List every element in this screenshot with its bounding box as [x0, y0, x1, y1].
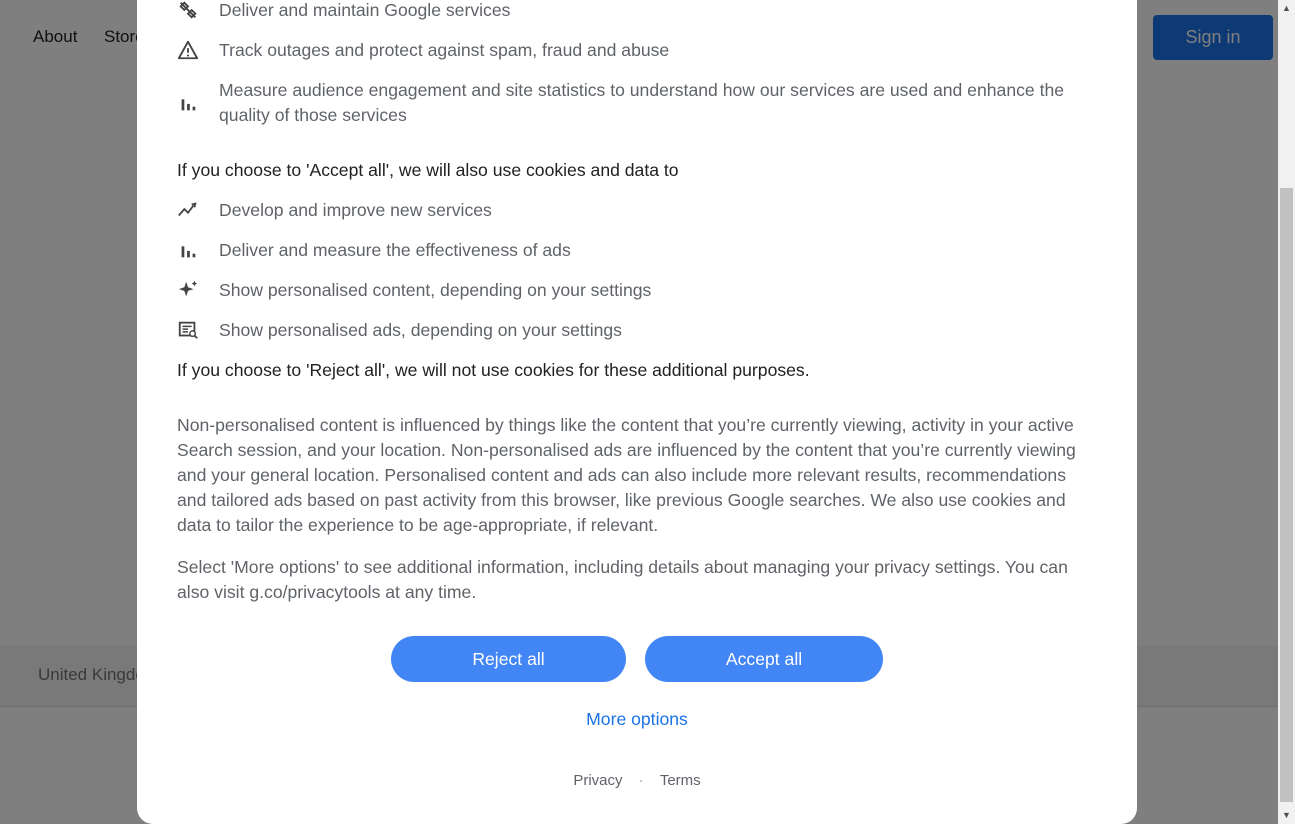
tools-icon [179, 1, 197, 19]
scroll-down-arrow-icon[interactable]: ▼ [1278, 807, 1295, 824]
privacy-link[interactable]: Privacy [573, 772, 622, 789]
nonpersonalised-paragraph: Non-personalised content is influenced b… [177, 415, 1076, 535]
bar-chart-icon [181, 99, 196, 111]
more-options-paragraph: Select 'More options' to see additional … [177, 557, 1068, 602]
purpose-text: Develop and improve new services [219, 200, 492, 220]
purpose-text: Show personalised ads, depending on your… [219, 320, 622, 340]
dialog-footer-links: Privacy · Terms [137, 772, 1137, 789]
reject-note: If you choose to 'Reject all', we will n… [177, 360, 810, 380]
page-scrollbar[interactable]: ▲ ▼ [1278, 0, 1295, 824]
purpose-text: Track outages and protect against spam, … [219, 40, 670, 60]
sparkle-icon [178, 280, 198, 297]
purpose-text: Deliver and measure the effectiveness of… [219, 240, 571, 260]
scroll-thumb[interactable] [1280, 188, 1293, 802]
accept-all-button[interactable]: Accept all [645, 636, 883, 682]
reject-all-button[interactable]: Reject all [391, 636, 626, 682]
terms-link[interactable]: Terms [660, 772, 701, 789]
purpose-text: Show personalised content, depending on … [219, 280, 652, 300]
cookie-consent-dialog: Deliver and maintain Google services Tra… [137, 0, 1137, 824]
warning-icon [177, 40, 199, 60]
scroll-up-arrow-icon[interactable]: ▲ [1278, 0, 1295, 17]
ad-icon [178, 321, 198, 339]
footer-separator: · [638, 772, 644, 789]
bar-chart-icon [181, 246, 196, 258]
purpose-text: Measure audience engagement and site sta… [219, 80, 1065, 125]
purpose-text: Deliver and maintain Google services [219, 0, 511, 20]
trending-icon [178, 202, 197, 217]
accept-heading: If you choose to 'Accept all', we will a… [177, 160, 679, 180]
more-options-link[interactable]: More options [137, 709, 1137, 730]
